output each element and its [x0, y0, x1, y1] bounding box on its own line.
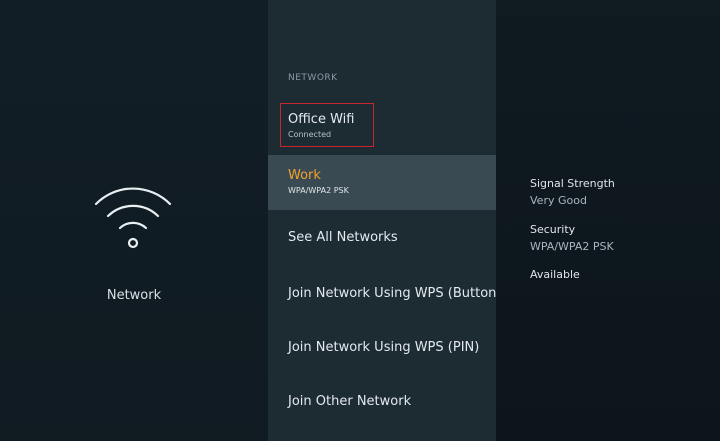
menu-item-label: Join Network Using WPS (Button) [288, 286, 496, 301]
security-value: WPA/WPA2 PSK [530, 240, 614, 253]
see-all-networks-item[interactable]: See All Networks [268, 223, 496, 253]
network-settings-screen: Network NETWORK Office Wifi Connected Wo… [0, 0, 720, 441]
menu-item-label: See All Networks [288, 230, 398, 245]
menu-heading: NETWORK [288, 73, 338, 83]
wifi-icon [94, 187, 172, 249]
signal-strength-value: Very Good [530, 194, 587, 207]
join-wps-button-item[interactable]: Join Network Using WPS (Button) [268, 279, 496, 309]
network-name: Work [288, 168, 321, 183]
category-label: Network [106, 288, 162, 303]
availability-block: Available [530, 268, 580, 281]
signal-strength-block: Signal Strength Very Good [530, 177, 615, 207]
join-other-network-item[interactable]: Join Other Network [268, 387, 496, 417]
network-status: Connected [288, 130, 332, 139]
network-menu: NETWORK Office Wifi Connected Work WPA/W… [268, 0, 496, 441]
network-details-panel: Signal Strength Very Good Security WPA/W… [496, 0, 720, 441]
security-block: Security WPA/WPA2 PSK [530, 223, 614, 253]
signal-strength-label: Signal Strength [530, 177, 615, 190]
join-wps-pin-item[interactable]: Join Network Using WPS (PIN) [268, 333, 496, 363]
availability-status: Available [530, 268, 580, 281]
security-label: Security [530, 223, 576, 236]
network-item-office-wifi[interactable]: Office Wifi Connected [268, 103, 496, 149]
menu-item-label: Join Other Network [288, 394, 412, 409]
category-panel: Network [0, 0, 268, 441]
network-name: Office Wifi [288, 112, 355, 127]
menu-item-label: Join Network Using WPS (PIN) [288, 340, 480, 355]
network-item-work[interactable]: Work WPA/WPA2 PSK [268, 155, 496, 210]
network-security: WPA/WPA2 PSK [288, 186, 349, 195]
